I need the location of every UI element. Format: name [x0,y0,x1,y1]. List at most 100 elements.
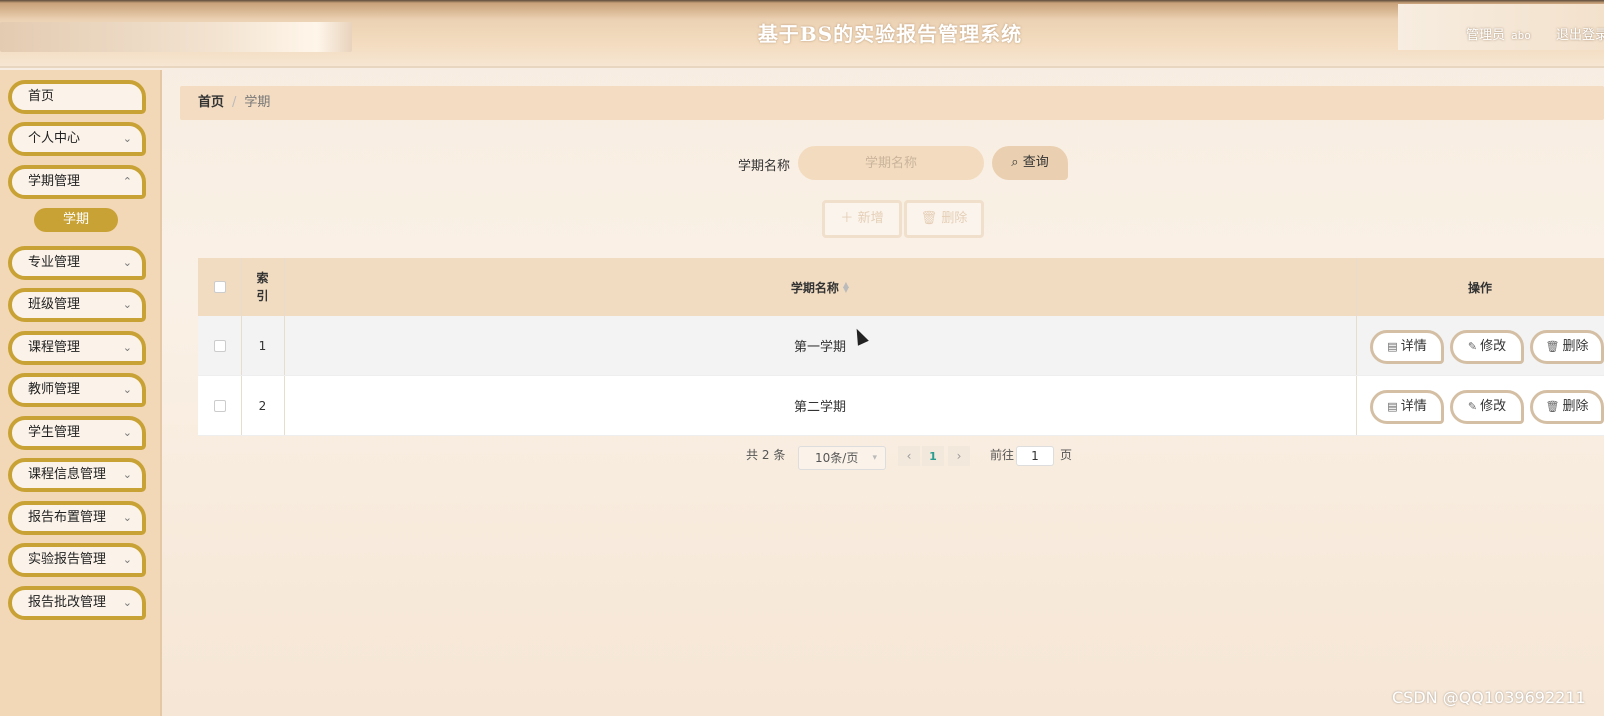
sidebar-item-course-info-management[interactable]: 课程信息管理 ⌄ [8,458,146,492]
detail-button-label: 详情 [1400,399,1427,414]
column-divider [1356,316,1357,375]
sidebar-item-label: 班级管理 [28,297,81,312]
sidebar-item-label: 教师管理 [28,382,81,397]
edit-button-label: 修改 [1480,399,1507,414]
delete-button-label: 删除 [1562,339,1589,354]
edit-icon: ✎ [1467,340,1478,353]
detail-button[interactable]: ▤ 详情 [1370,390,1444,424]
header-operations-label: 操作 [1467,280,1492,295]
row-index: 2 [258,398,267,413]
header-decoration-left [0,22,352,52]
sidebar-item-label: 实验报告管理 [28,552,107,567]
page-size-value: 10条/页 [815,451,859,465]
current-page: 1 [929,450,937,463]
row-semester-name: 第一学期 [793,340,846,355]
row-select[interactable] [198,316,241,375]
row-index: 1 [258,338,267,353]
add-button-label: 新增 [857,211,884,226]
sidebar-item-class-management[interactable]: 班级管理 ⌄ [8,288,146,322]
batch-delete-button[interactable]: 🗑 删除 [904,200,984,238]
page-number-button[interactable]: 1 [922,446,944,466]
breadcrumb: 首页 / 学期 [180,86,1604,120]
prev-page-button[interactable]: ‹ [898,446,920,466]
plus-icon: ＋ [840,211,854,226]
delete-button[interactable]: 🗑 删除 [1530,330,1604,364]
chevron-down-icon: ⌄ [122,596,132,609]
total-count: 2 [761,448,770,462]
edit-icon: ✎ [1467,400,1478,413]
table-header: 索 引 学期名称 ▲ ▼ 操作 [198,258,1604,316]
chevron-down-icon: ⌄ [122,132,132,145]
document-icon: ▤ [1387,400,1398,413]
sidebar-item-home[interactable]: 首页 [8,80,146,114]
search-icon: ⌕ [1011,155,1019,170]
top-bar: 基于BS的实验报告管理系统 管理员 abo 退出登录 [0,0,1604,68]
chevron-down-icon: ⌄ [122,468,132,481]
goto-page-input[interactable] [1016,446,1054,466]
sidebar-item-course-management[interactable]: 课程管理 ⌄ [8,331,146,365]
row-checkbox[interactable] [213,339,226,352]
username: abo [1511,29,1531,42]
sidebar-item-semester-management[interactable]: 学期管理 ⌃ [8,165,146,199]
edit-button[interactable]: ✎ 修改 [1450,330,1524,364]
sidebar-item-label: 课程管理 [28,340,81,355]
sidebar-item-teacher-management[interactable]: 教师管理 ⌄ [8,373,146,407]
header-semester-name[interactable]: 学期名称 ▲ ▼ [284,258,1356,316]
chevron-up-icon: ⌃ [122,175,132,188]
breadcrumb-home[interactable]: 首页 [198,95,224,110]
header-index: 索 引 [241,258,284,316]
sidebar-item-major-management[interactable]: 专业管理 ⌄ [8,246,146,280]
chevron-down-icon: ⌄ [122,383,132,396]
semester-name-search-input[interactable] [798,146,984,180]
select-all-checkbox[interactable] [213,281,226,293]
add-button[interactable]: ＋ 新增 [822,200,902,238]
semester-table: 索 引 学期名称 ▲ ▼ 操作 1 第一学期 ▤ 详情 ✎ 修改 🗑 删除 2 第二学期 … [198,258,1604,436]
sidebar-item-personal-center[interactable]: 个人中心 ⌄ [8,122,146,156]
header-select-all[interactable] [198,258,241,316]
total-prefix: 共 [746,448,759,462]
delete-button[interactable]: 🗑 删除 [1530,390,1604,424]
table-row: 2 第二学期 ▤ 详情 ✎ 修改 🗑 删除 [198,376,1604,436]
chevron-down-icon: ⌄ [122,511,132,524]
detail-button-label: 详情 [1400,339,1427,354]
detail-button[interactable]: ▤ 详情 [1370,330,1444,364]
next-page-button[interactable]: › [948,446,970,466]
sidebar-item-label: 学生管理 [28,425,81,440]
goto-prefix: 前往 [990,448,1015,462]
sidebar-item-report-assignment-management[interactable]: 报告布置管理 ⌄ [8,501,146,535]
header-semester-name-label: 学期名称 [790,280,839,295]
sidebar-item-label: 报告批改管理 [28,595,107,610]
sidebar: 首页 个人中心 ⌄ 学期管理 ⌃ 学期 专业管理 ⌄ 班级管理 ⌄ 课程管理 ⌄ 教师管理… [0,70,162,716]
logout-link[interactable]: 退出登录 [1556,24,1604,43]
edit-button[interactable]: ✎ 修改 [1450,390,1524,424]
row-checkbox[interactable] [213,399,226,412]
row-select[interactable] [198,376,241,435]
page-size-select[interactable]: 10条/页 ▾ [798,446,886,470]
breadcrumb-separator: / [232,95,237,110]
search-label: 学期名称 [738,159,791,174]
goto-suffix: 页 [1060,448,1073,462]
trash-icon: 🗑 [1545,400,1560,413]
sidebar-item-label: 报告布置管理 [28,510,107,525]
document-icon: ▤ [1387,340,1398,353]
column-divider [1356,376,1357,435]
chevron-down-icon: ⌄ [122,341,132,354]
delete-button-label: 删除 [1562,399,1589,414]
trash-icon: 🗑 [1545,340,1560,353]
sidebar-item-report-grading-management[interactable]: 报告批改管理 ⌄ [8,586,146,620]
chevron-down-icon: ▾ [872,453,877,463]
total-suffix: 条 [773,448,786,462]
sidebar-item-student-management[interactable]: 学生管理 ⌄ [8,416,146,450]
sidebar-item-label: 课程信息管理 [28,467,107,482]
sidebar-subitem-semester[interactable]: 学期 [34,208,118,232]
user-info: 管理员 abo [1466,24,1531,43]
search-button[interactable]: ⌕ 查询 [992,146,1068,180]
chevron-left-icon: ‹ [906,449,912,463]
sidebar-item-lab-report-management[interactable]: 实验报告管理 ⌄ [8,543,146,577]
sort-icon[interactable]: ▲ ▼ [843,281,849,294]
chevron-down-icon: ⌄ [122,426,132,439]
chevron-down-icon: ⌄ [122,256,132,269]
sidebar-item-label: 专业管理 [28,255,81,270]
sidebar-item-label: 个人中心 [28,131,81,146]
sidebar-item-label: 学期管理 [28,174,81,189]
